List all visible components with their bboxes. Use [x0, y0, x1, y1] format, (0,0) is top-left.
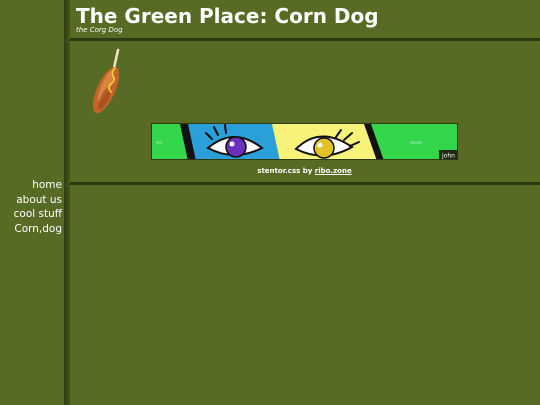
credit-line: stentor.css by ribo.zone: [151, 167, 458, 175]
nav-home[interactable]: home: [0, 178, 62, 193]
eyes-banner[interactable]: john: [151, 123, 458, 160]
content-divider: [70, 182, 540, 185]
credit-prefix: stentor.css by: [257, 167, 315, 175]
site-subtitle: the Corg Dog: [76, 26, 123, 34]
sidebar-nav: home about us cool stuff Corn,dog: [0, 178, 62, 236]
header: The Green Place: Corn Dog the Corg Dog: [70, 0, 540, 40]
ribo-zone-link[interactable]: ribo.zone: [315, 167, 352, 175]
page: The Green Place: Corn Dog the Corg Dog j…: [0, 0, 540, 405]
site-title: The Green Place: Corn Dog: [76, 4, 379, 28]
header-divider: [70, 38, 540, 41]
nav-cool-stuff[interactable]: cool stuff: [0, 207, 62, 222]
sidebar-divider: [64, 0, 70, 405]
nav-corn-dog[interactable]: Corn,dog: [0, 222, 62, 237]
banner-tag: john: [441, 153, 455, 160]
nav-about-us[interactable]: about us: [0, 193, 62, 208]
corndog-image: [84, 46, 132, 118]
